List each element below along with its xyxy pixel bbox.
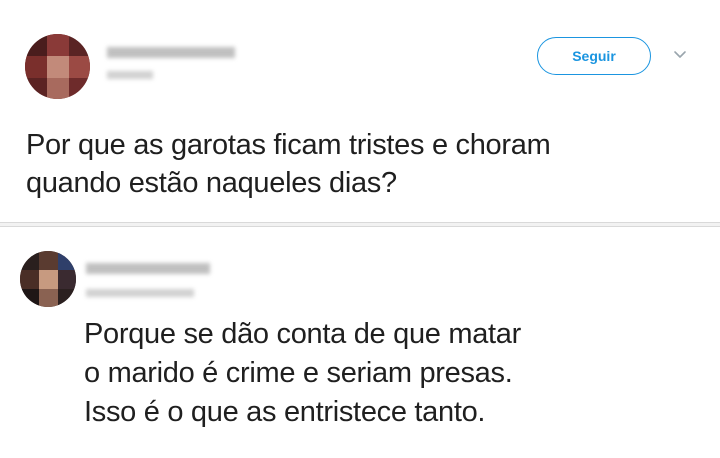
user-handle[interactable] <box>86 289 194 297</box>
avatar[interactable] <box>20 251 76 307</box>
reply-text: Porque se dão conta de que matar o marid… <box>84 318 521 428</box>
tweet-text: Por que as garotas ficam tristes e chora… <box>26 129 551 199</box>
user-display-name[interactable] <box>86 263 210 274</box>
user-display-name[interactable] <box>107 47 235 58</box>
follow-button[interactable]: Seguir <box>537 37 651 75</box>
avatar[interactable] <box>25 34 90 99</box>
tweet-card: Seguir Por que as garotas ficam tristes … <box>0 0 720 223</box>
reply-card: Porque se dão conta de que matar o marid… <box>0 226 720 458</box>
user-handle[interactable] <box>107 71 153 79</box>
chevron-down-icon[interactable] <box>670 44 690 64</box>
